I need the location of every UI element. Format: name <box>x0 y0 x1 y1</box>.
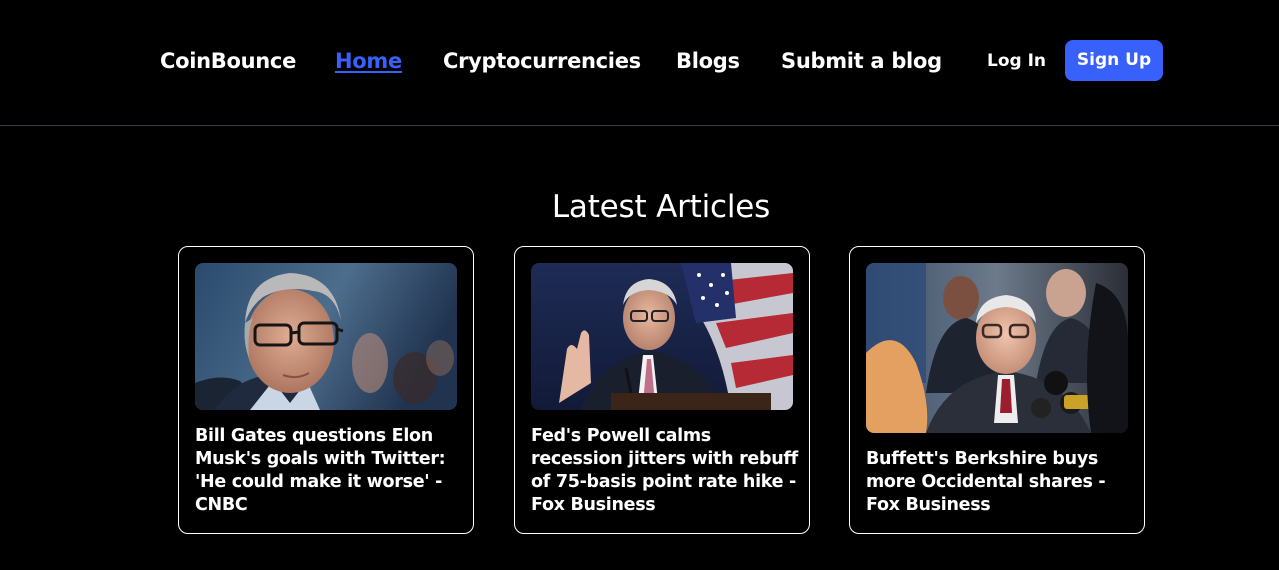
navbar: CoinBounce Home Cryptocurrencies Blogs S… <box>0 0 1279 126</box>
nav-link-home[interactable]: Home <box>335 47 402 75</box>
article-thumbnail <box>195 263 457 410</box>
login-button[interactable]: Log In <box>987 47 1046 75</box>
article-card[interactable]: Bill Gates questions Elon Musk's goals w… <box>178 246 474 534</box>
nav-link-submit-blog[interactable]: Submit a blog <box>781 47 942 75</box>
article-thumbnail <box>531 263 793 410</box>
nav-link-cryptocurrencies[interactable]: Cryptocurrencies <box>443 47 641 75</box>
article-card[interactable]: Buffett's Berkshire buys more Occidental… <box>849 246 1145 534</box>
article-title[interactable]: Bill Gates questions Elon Musk's goals w… <box>195 425 463 517</box>
signup-button[interactable]: Sign Up <box>1065 40 1163 81</box>
article-title[interactable]: Buffett's Berkshire buys more Occidental… <box>866 448 1134 517</box>
brand-logo-link[interactable]: CoinBounce <box>160 47 296 75</box>
section-title: Latest Articles <box>551 188 771 225</box>
article-card[interactable]: Fed's Powell calms recession jitters wit… <box>514 246 810 534</box>
nav-link-blogs[interactable]: Blogs <box>676 47 740 75</box>
article-title[interactable]: Fed's Powell calms recession jitters wit… <box>531 425 799 517</box>
article-thumbnail <box>866 263 1128 433</box>
